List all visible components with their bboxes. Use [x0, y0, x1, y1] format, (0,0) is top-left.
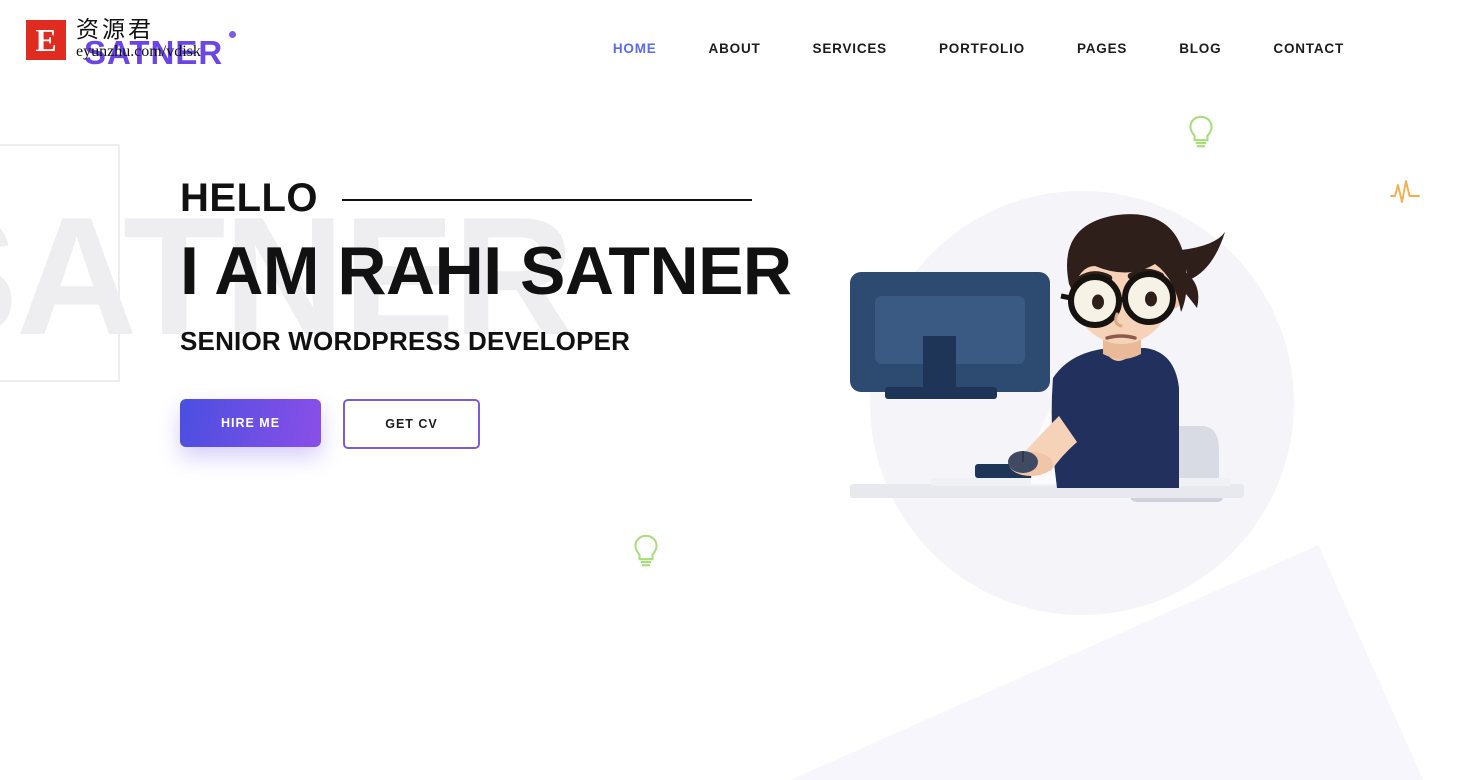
get-cv-button[interactable]: GET CV — [343, 399, 480, 450]
nav-item-contact[interactable]: CONTACT — [1247, 38, 1370, 60]
hero-heading: I AM RAHI SATNER — [180, 233, 792, 309]
nav-item-home[interactable]: HOME — [587, 38, 683, 60]
nav-item-portfolio[interactable]: PORTFOLIO — [913, 38, 1051, 60]
hero-section: HELLO I AM RAHI SATNER SENIOR WORDPRESS … — [0, 0, 1470, 780]
logo-dot — [229, 31, 237, 38]
hero-greeting: HELLO — [180, 176, 319, 220]
site-logo-text: SATNER — [84, 34, 224, 71]
hero-subheading: SENIOR WORDPRESS DEVELOPER — [180, 326, 631, 357]
hero-text-block: HELLO I AM RAHI SATNER SENIOR WORDPRESS … — [180, 176, 792, 450]
site-header: SATNER HOME ABOUT SERVICES PORTFOLIO PAG… — [0, 0, 1470, 92]
hero-illustration — [850, 191, 1294, 615]
nav-item-services[interactable]: SERVICES — [787, 38, 913, 60]
hero-button-group: HIRE ME GET CV — [180, 399, 792, 450]
nav-item-about[interactable]: ABOUT — [683, 38, 787, 60]
main-navigation: HOME ABOUT SERVICES PORTFOLIO PAGES BLOG… — [587, 38, 1370, 60]
site-logo[interactable]: SATNER — [84, 31, 237, 71]
nav-item-blog[interactable]: BLOG — [1153, 38, 1247, 60]
hire-me-button[interactable]: HIRE ME — [180, 399, 321, 448]
hero-greeting-rule — [342, 199, 753, 201]
hero-greeting-row: HELLO — [180, 176, 792, 220]
nav-item-pages[interactable]: PAGES — [1051, 38, 1153, 60]
